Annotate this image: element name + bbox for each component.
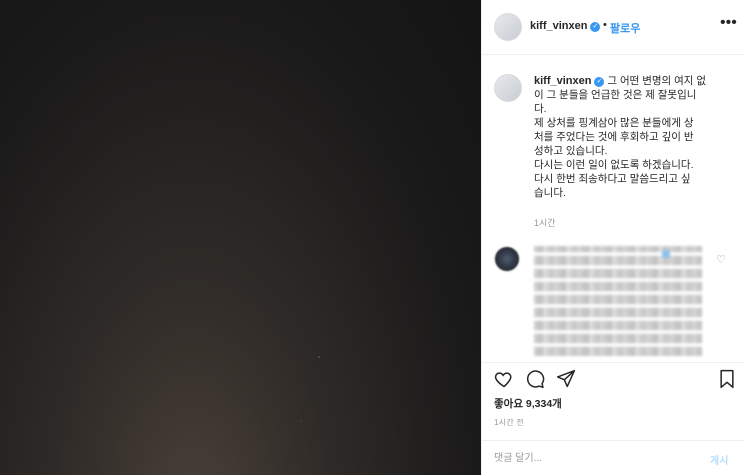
- blurred-comment-text: [534, 246, 702, 356]
- caption-author-username[interactable]: kiff_vinxen ✓: [534, 75, 605, 87]
- more-horizontal-icon[interactable]: •••: [720, 14, 737, 32]
- caption-line: 제 상처를 핑계삼아 많은 분들에게 상: [534, 117, 694, 129]
- caption-line: 다시 한번 죄송하다고 말씀드리고 싶: [534, 173, 691, 185]
- comment-bar: 게시: [482, 440, 745, 475]
- verified-badge-icon: ✓: [594, 77, 605, 87]
- post-timestamp[interactable]: 1시간 전: [494, 417, 524, 428]
- post-side-panel: kiff_vinxen ✓ • 팔로우 ••• kiff_vinxen ✓ 그 어떤…: [481, 0, 745, 475]
- post-header: kiff_vinxen ✓ • 팔로우 •••: [482, 0, 745, 55]
- caption-line: kiff_vinxen ✓ 그 어떤 변명의 여지 없: [534, 74, 742, 88]
- bookmark-icon[interactable]: [718, 369, 736, 394]
- caption-line: 다시는 이런 일이 없도록 하겠습니다.: [534, 159, 694, 171]
- comment-icon[interactable]: [525, 369, 545, 394]
- caption-line: 습니다.: [534, 187, 566, 199]
- comment-input[interactable]: [494, 449, 694, 467]
- caption-line: 다.: [534, 103, 547, 115]
- caption-author-avatar[interactable]: [494, 74, 522, 102]
- follow-button[interactable]: 팔로우: [610, 20, 640, 36]
- comments-list[interactable]: kiff_vinxen ✓ 그 어떤 변명의 여지 없 이 그 분들을 언급한 것…: [482, 56, 745, 362]
- caption-line: 처를 주었다는 것에 후회하고 깊이 반: [534, 131, 694, 143]
- heart-icon[interactable]: [494, 369, 514, 394]
- caption-line: 성하고 있습니다.: [534, 145, 608, 157]
- caption-timestamp[interactable]: 1시간: [534, 216, 556, 229]
- share-icon[interactable]: [556, 369, 576, 394]
- author-avatar[interactable]: [494, 13, 522, 41]
- photo-speck: [318, 356, 320, 358]
- caption-line-text: 그 어떤 변명의 여지 없: [607, 75, 706, 87]
- author-username-text[interactable]: kiff_vinxen: [530, 20, 587, 32]
- caption-text: kiff_vinxen ✓ 그 어떤 변명의 여지 없 이 그 분들을 언급한 것…: [534, 74, 742, 200]
- post-action-bar: [482, 362, 745, 396]
- verified-badge-icon: ✓: [590, 22, 601, 32]
- post-photo[interactable]: [0, 0, 481, 475]
- caption-author-username-text[interactable]: kiff_vinxen: [534, 75, 591, 87]
- author-username[interactable]: kiff_vinxen ✓: [530, 20, 601, 32]
- blurred-highlight: [662, 250, 670, 258]
- comment-like-heart-icon[interactable]: ♡: [716, 253, 726, 266]
- caption-line: 이 그 분들을 언급한 것은 제 잘못입니: [534, 89, 697, 101]
- likes-count[interactable]: 좋아요 9,334개: [494, 396, 562, 411]
- commenter-avatar[interactable]: [494, 246, 520, 272]
- photo-speck: [300, 420, 302, 422]
- separator-dot: •: [603, 19, 607, 31]
- post-comment-button[interactable]: 게시: [710, 452, 728, 467]
